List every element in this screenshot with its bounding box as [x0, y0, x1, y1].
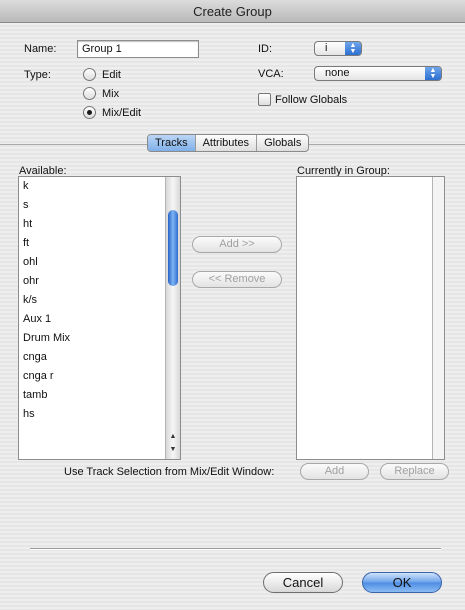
current-scrollbar[interactable] — [432, 177, 444, 459]
selection-replace-button[interactable]: Replace — [380, 463, 449, 480]
scroll-thumb[interactable] — [168, 210, 178, 286]
list-item[interactable]: hs — [19, 405, 180, 424]
list-item[interactable]: k — [19, 177, 180, 196]
available-scrollbar[interactable]: ▲ ▼ — [165, 177, 180, 459]
type-edit-radio[interactable] — [83, 68, 96, 81]
list-item[interactable]: Drum Mix — [19, 329, 180, 348]
name-label: Name: — [24, 43, 57, 55]
list-item[interactable]: cnga — [19, 348, 180, 367]
type-label: Type: — [24, 69, 51, 81]
list-item[interactable]: tamb — [19, 386, 180, 405]
list-item[interactable]: ht — [19, 215, 180, 234]
remove-button[interactable]: << Remove — [192, 271, 282, 288]
vca-popup[interactable]: none ▲ ▼ — [314, 66, 442, 81]
id-label: ID: — [258, 43, 273, 55]
tab-globals[interactable]: Globals — [257, 135, 308, 151]
triangle-down-icon[interactable]: ▼ — [166, 444, 180, 456]
current-list[interactable] — [296, 176, 445, 460]
list-item[interactable]: s — [19, 196, 180, 215]
name-field[interactable]: Group 1 — [77, 40, 199, 58]
triangle-up-icon[interactable]: ▲ — [166, 431, 180, 443]
up-down-arrows-icon: ▲ ▼ — [345, 42, 361, 55]
vca-popup-value: none — [325, 67, 350, 79]
follow-globals-label: Follow Globals — [275, 94, 348, 106]
list-item[interactable]: k/s — [19, 291, 180, 310]
tab-bar: Tracks Attributes Globals — [147, 134, 310, 152]
track-selection-label: Use Track Selection from Mix/Edit Window… — [64, 466, 275, 478]
cancel-button[interactable]: Cancel — [263, 572, 343, 593]
list-item[interactable]: ft — [19, 234, 180, 253]
list-item[interactable]: cnga r — [19, 367, 180, 386]
ok-button[interactable]: OK — [362, 572, 442, 593]
add-button[interactable]: Add >> — [192, 236, 282, 253]
id-popup[interactable]: i ▲ ▼ — [314, 41, 362, 56]
list-item[interactable]: ohl — [19, 253, 180, 272]
type-mixedit-radio[interactable] — [83, 106, 96, 119]
type-mix-label: Mix — [102, 88, 120, 100]
type-mix-radio[interactable] — [83, 87, 96, 100]
create-group-dialog: Name: Group 1 ID: i ▲ ▼ Type: Edit Mix Mi… — [0, 23, 465, 610]
tab-attributes[interactable]: Attributes — [196, 135, 258, 151]
tab-tracks[interactable]: Tracks — [148, 135, 196, 151]
follow-globals-checkbox[interactable] — [258, 93, 271, 106]
type-edit-label: Edit — [102, 69, 121, 81]
window-title: Create Group — [0, 0, 465, 23]
divider — [30, 548, 441, 550]
list-item[interactable]: Aux 1 — [19, 310, 180, 329]
type-mixedit-label: Mix/Edit — [102, 107, 142, 119]
id-popup-value: i — [325, 42, 328, 54]
up-down-arrows-icon: ▲ ▼ — [425, 67, 441, 80]
list-item[interactable]: ohr — [19, 272, 180, 291]
available-list[interactable]: k s ht ft ohl ohr k/s Aux 1 Drum Mix cng… — [18, 176, 181, 460]
vca-label: VCA: — [258, 68, 284, 80]
selection-add-button[interactable]: Add — [300, 463, 369, 480]
